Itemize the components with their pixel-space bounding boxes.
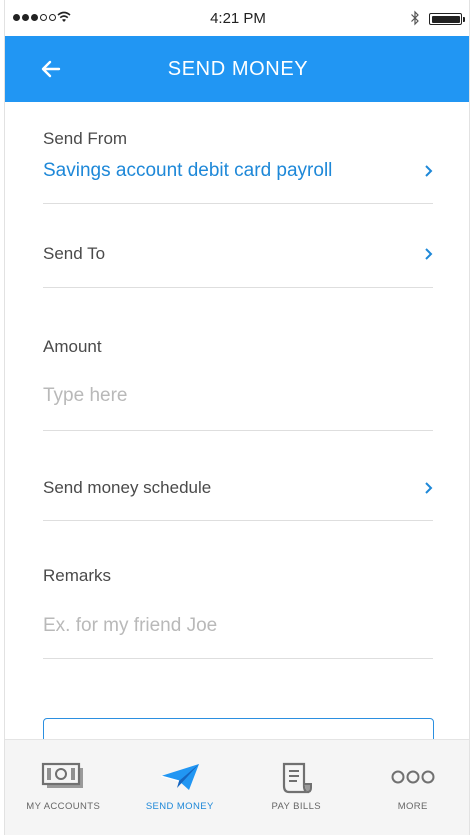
paper-plane-icon (160, 764, 199, 790)
bluetooth-icon (411, 10, 419, 26)
battery-icon (429, 13, 465, 25)
remarks-row: Remarks (43, 521, 433, 659)
remarks-input[interactable] (43, 615, 383, 637)
amount-label: Amount (43, 337, 102, 356)
bill-icon (283, 762, 313, 794)
app-header: SEND MONEY (5, 36, 469, 102)
chevron-right-icon (425, 165, 433, 177)
remarks-label: Remarks (43, 566, 112, 585)
send-from-label: Send From (43, 129, 128, 148)
nav-label: PAY BILLS (271, 801, 322, 812)
nav-my-accounts[interactable]: MY ACCOUNTS (5, 740, 122, 835)
status-time: 4:21 PM (210, 10, 266, 27)
send-to-label: Send To (43, 244, 106, 263)
phone-screen: 4:21 PM SEND MONEY Send From Savings acc… (4, 0, 470, 835)
amount-row: Amount (43, 288, 433, 431)
send-to-row[interactable]: Send To (43, 204, 433, 288)
chevron-right-icon (425, 482, 433, 494)
nav-more[interactable]: MORE (355, 740, 470, 835)
nav-label: MY ACCOUNTS (26, 801, 101, 812)
page-title: SEND MONEY (167, 58, 309, 80)
bottom-nav: MY ACCOUNTS SEND MONEY PAY BILLS MORE (5, 739, 470, 835)
amount-input[interactable] (43, 385, 383, 407)
nav-label: MORE (397, 801, 428, 812)
nav-send-money[interactable]: SEND MONEY (122, 740, 239, 835)
nav-pay-bills[interactable]: PAY BILLS (238, 740, 355, 835)
cash-icon (42, 762, 84, 788)
nav-label: SEND MONEY (145, 801, 214, 812)
send-from-value[interactable]: Savings account debit card payroll (43, 160, 332, 182)
schedule-row[interactable]: Send money schedule (43, 431, 433, 521)
more-dots-icon (391, 770, 435, 784)
status-bar: 4:21 PM (5, 0, 469, 36)
send-from-row[interactable]: Send From Savings account debit card pay… (43, 102, 433, 204)
chevron-right-icon (425, 248, 433, 260)
schedule-label: Send money schedule (43, 478, 212, 497)
